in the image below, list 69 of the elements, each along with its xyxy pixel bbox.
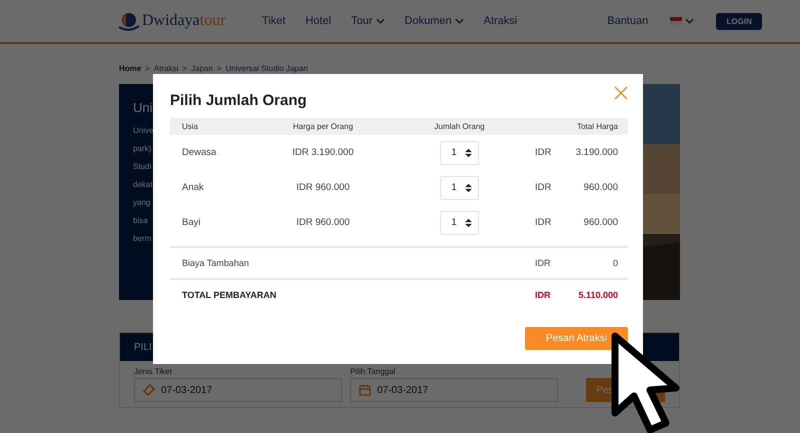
hero-description-line: Studi (133, 162, 152, 173)
logo-text: tour (200, 12, 226, 30)
logo[interactable]: Dwidayatour (118, 11, 258, 31)
table-cell-text: 960.000 (582, 182, 618, 193)
language-selector[interactable] (670, 17, 694, 25)
field-label: Pilih Tanggal (350, 367, 396, 376)
chevron-down-icon (685, 18, 694, 24)
quantity-stepper[interactable]: 1 (440, 210, 479, 234)
breadcrumb-link[interactable]: Atraksi (154, 64, 178, 72)
breadcrumb-link[interactable]: Home (119, 64, 142, 72)
up-down-icon (464, 218, 472, 228)
breadcrumb-separator: > (182, 64, 188, 72)
table-cell-text: IDR (535, 258, 552, 268)
book-attraction-button[interactable]: Pesan Atraksi (525, 327, 628, 350)
ticket-icon (143, 384, 155, 396)
logo-text: Dwidaya (142, 12, 200, 30)
nav-link[interactable]: Atraksi (484, 15, 518, 27)
hero-description-line: yang (133, 198, 152, 209)
up-down-icon (464, 182, 472, 192)
table-cell-text: Bayi (182, 217, 202, 228)
table-cell-text: Anak (182, 182, 205, 193)
booking-title: PILI (134, 342, 152, 352)
chevron-down-icon (376, 18, 385, 24)
table-cell-text: IDR 960.000 (295, 182, 351, 193)
table-cell-text: IDR (535, 147, 552, 158)
table-cell-text: IDR 960.000 (295, 217, 351, 228)
table-cell-text: Dewasa (182, 147, 218, 158)
table-cell-text: 960.000 (582, 217, 618, 228)
up-down-icon (464, 148, 472, 158)
breadcrumb-separator: > (145, 64, 150, 72)
total-label: TOTAL PEMBAYARAN (182, 290, 278, 300)
ticket-field[interactable]: 07-03-2017 (134, 378, 342, 402)
column-header: Usia (182, 122, 200, 131)
help-link[interactable]: Bantuan (607, 15, 648, 27)
hero-description-line: bisa (133, 216, 149, 227)
nav-link[interactable]: Tour (351, 15, 385, 27)
table-cell-text: Biaya Tambahan (182, 258, 250, 268)
quantity-stepper[interactable]: 1 (440, 140, 479, 164)
breadcrumb-separator: > (216, 64, 222, 72)
breadcrumb-link[interactable]: Universal Studio Japan (226, 64, 308, 72)
table-cell-text: 3.190.000 (574, 147, 618, 158)
date-field[interactable]: 07-03-2017 (350, 378, 558, 402)
calendar-icon (359, 384, 372, 396)
quantity-stepper[interactable]: 1 (440, 176, 479, 200)
hero-description-line: berm (133, 234, 152, 245)
field-label: Jenis Tiket (134, 367, 173, 376)
total-amount: 5.110.000 (577, 290, 618, 300)
hero-description-line: dekat (133, 180, 154, 191)
breadcrumb-link[interactable]: Japan (191, 64, 213, 72)
nav-link[interactable]: Dokumen (404, 15, 464, 27)
column-header: Total Harga (576, 122, 618, 131)
wave-logo-icon (118, 11, 140, 31)
table-cell-text: 0 (612, 258, 618, 268)
table-cell-text: IDR (535, 182, 552, 193)
hero-description-line: Unive (133, 126, 154, 137)
table-cell-text: IDR (535, 217, 552, 228)
chevron-down-icon (454, 18, 464, 24)
modal-title: Pilih Jumlah Orang (170, 92, 307, 109)
hero-description-line: park) (133, 144, 152, 155)
nav-link[interactable]: Tiket (262, 15, 286, 27)
column-header: Jumlah Orang (433, 122, 486, 131)
column-header: Harga per Orang (292, 122, 354, 131)
flag-icon (670, 17, 682, 25)
close-icon[interactable] (614, 86, 628, 100)
nav-link[interactable]: Hotel (305, 15, 332, 27)
hero-title: Uni (133, 100, 154, 115)
table-cell-text: IDR 3.190.000 (291, 147, 355, 158)
login-button[interactable]: LOGIN (716, 12, 762, 30)
total-currency: IDR (535, 290, 552, 300)
